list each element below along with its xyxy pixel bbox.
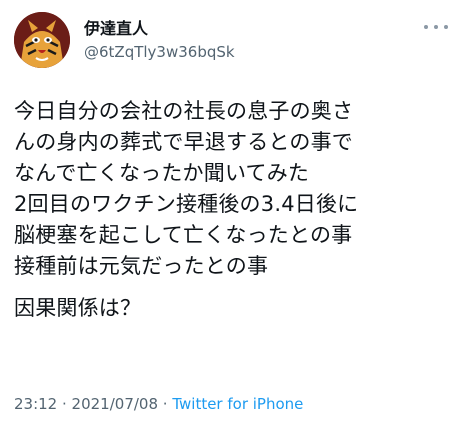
more-dot: [444, 25, 448, 29]
tweet-meta: 23:12 · 2021/07/08 · Twitter for iPhone: [14, 394, 303, 414]
meta-separator: ·: [158, 395, 173, 413]
tweet-source-link[interactable]: Twitter for iPhone: [172, 395, 303, 413]
tweet-line: 2回目のワクチン接種後の3.4日後に: [14, 192, 359, 216]
tweet-header: 伊達直人 @6tZqTly3w36bqSk: [14, 12, 448, 68]
more-options-icon[interactable]: [424, 18, 448, 36]
tweet-line: なんで亡くなったか聞いてみた: [14, 161, 310, 185]
user-names: 伊達直人 @6tZqTly3w36bqSk: [84, 19, 235, 62]
avatar[interactable]: [14, 12, 70, 68]
more-dot: [424, 25, 428, 29]
user-handle[interactable]: @6tZqTly3w36bqSk: [84, 42, 235, 62]
tweet-line: んの身内の葬式で早退するとの事で: [14, 130, 353, 154]
tweet-text: 今日自分の会社の社長の息子の奥さ んの身内の葬式で早退するとの事で なんで亡くな…: [14, 96, 454, 324]
tweet-time[interactable]: 23:12: [14, 395, 57, 413]
tiger-mask-avatar-icon: [14, 12, 70, 68]
meta-separator: ·: [57, 395, 72, 413]
tweet-card: 伊達直人 @6tZqTly3w36bqSk 今日自分の会社の社長の息子の奥さ ん…: [0, 0, 462, 430]
tweet-line: 接種前は元気だったとの事: [14, 254, 269, 278]
tweet-date[interactable]: 2021/07/08: [72, 395, 158, 413]
more-dot: [434, 25, 438, 29]
display-name[interactable]: 伊達直人: [84, 19, 235, 39]
tweet-line: 今日自分の会社の社長の息子の奥さ: [14, 99, 354, 123]
tweet-line: 脳梗塞を起こして亡くなったとの事: [14, 223, 353, 247]
tweet-question-line: 因果関係は？: [14, 296, 142, 320]
